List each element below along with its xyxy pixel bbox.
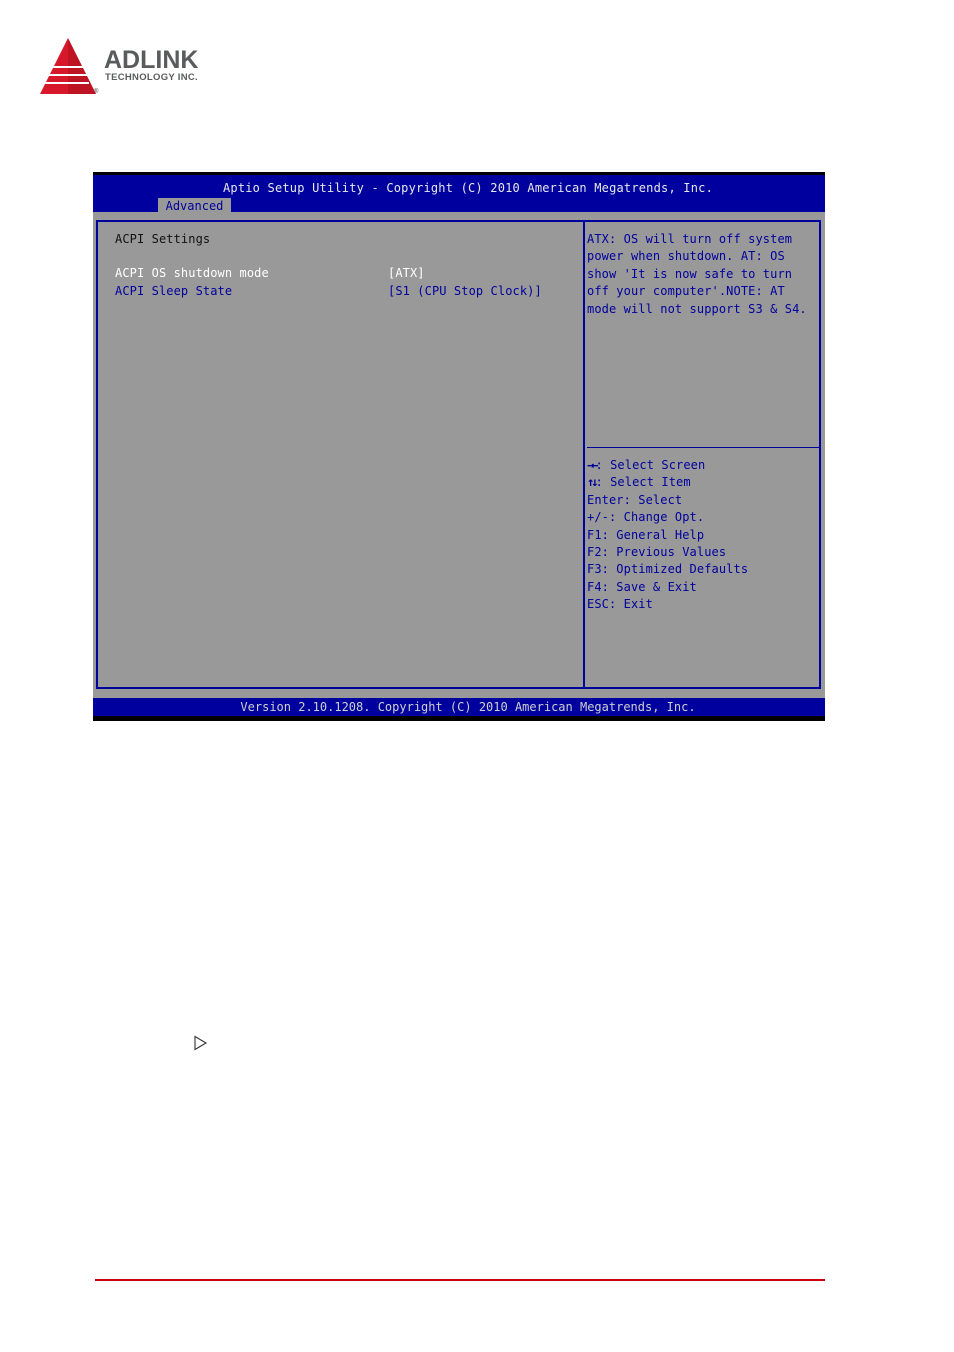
page-footer-rule (95, 1279, 825, 1281)
key-legend-item: +/-: Change Opt. (587, 510, 705, 525)
bios-footer: Version 2.10.1208. Copyright (C) 2010 Am… (93, 698, 825, 716)
key-legend-item: F2: Previous Values (587, 545, 727, 560)
bios-header: Aptio Setup Utility - Copyright (C) 2010… (93, 175, 825, 215)
bios-main-frame: ACPI Settings ACPI OS shutdown mode [ATX… (96, 220, 821, 689)
adlink-logo: ADLINK TECHNOLOGY INC. ® (38, 36, 238, 100)
help-separator (587, 447, 821, 448)
tab-advanced[interactable]: Advanced (158, 198, 231, 215)
setting-label[interactable]: ACPI Sleep State (115, 283, 232, 300)
setting-value[interactable]: [S1 (CPU Stop Clock)] (388, 283, 542, 300)
bios-title: Aptio Setup Utility - Copyright (C) 2010… (222, 181, 714, 195)
key-legend-item: →←: Select Screen (587, 458, 706, 472)
key-legend-item: Enter: Select (587, 492, 683, 507)
key-legend-item: F3: Optimized Defaults (587, 562, 749, 577)
key-legend-item: F4: Save & Exit (587, 579, 697, 594)
setting-value[interactable]: [ATX] (388, 265, 425, 282)
key-legend-item: ↑↓: Select Item (587, 475, 691, 490)
registered-mark: ® (94, 89, 99, 95)
adlink-triangle-icon (40, 38, 96, 94)
help-text: ATX: OS will turn off system power when … (587, 232, 807, 316)
triangle-right-outline-icon (193, 1035, 209, 1055)
settings-pane: ACPI Settings ACPI OS shutdown mode [ATX… (98, 222, 583, 687)
logo-subtitle: TECHNOLOGY INC. (105, 72, 198, 83)
key-legend-item: ESC: Exit (587, 597, 653, 612)
key-legend-item: F1: General Help (587, 527, 705, 542)
bios-bottom-border (93, 716, 825, 721)
section-title: ACPI Settings (115, 232, 211, 246)
bios-screen: Aptio Setup Utility - Copyright (C) 2010… (93, 172, 825, 721)
logo-name: ADLINK (104, 46, 199, 74)
bios-version-text: Version 2.10.1208. Copyright (C) 2010 Am… (240, 700, 696, 714)
help-pane: ATX: OS will turn off system power when … (585, 222, 821, 687)
setting-label[interactable]: ACPI OS shutdown mode (115, 265, 269, 282)
key-legend: →←: Select Screen ↑↓: Select Item Enter:… (587, 457, 748, 614)
